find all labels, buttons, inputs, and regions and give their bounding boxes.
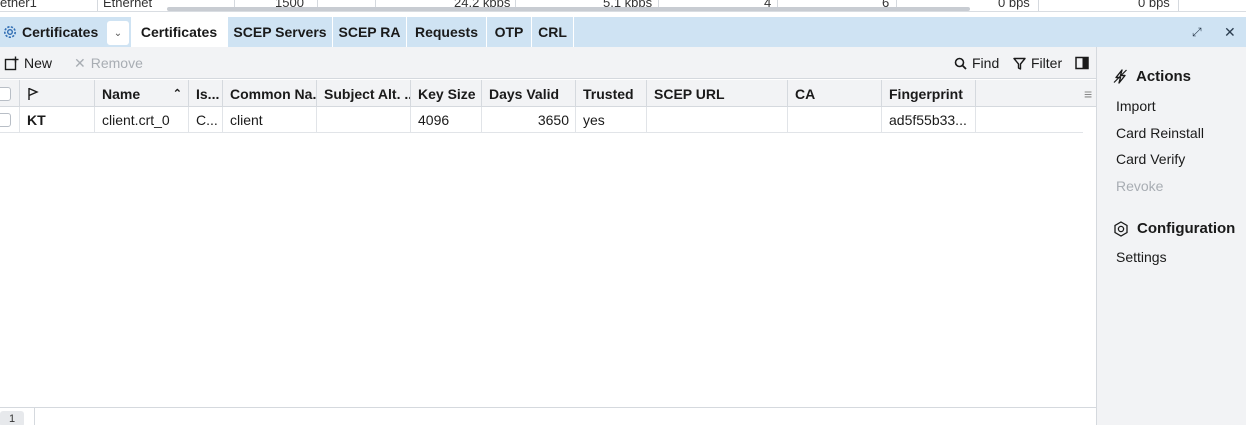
sort-ascending-icon: ⌃ bbox=[172, 88, 182, 100]
action-revoke[interactable]: Revoke bbox=[1116, 178, 1163, 194]
filter-button[interactable]: Filter bbox=[1013, 47, 1062, 79]
bg-separator bbox=[1038, 0, 1039, 11]
config-settings[interactable]: Settings bbox=[1116, 249, 1167, 265]
find-button-label: Find bbox=[972, 55, 1000, 71]
bg-cell-type: Ethernet bbox=[103, 0, 153, 10]
tab-certificates[interactable]: Certificates bbox=[131, 17, 228, 47]
status-separator bbox=[34, 408, 35, 425]
toggle-sidebar-button[interactable] bbox=[1075, 47, 1089, 79]
column-trusted[interactable]: Trusted bbox=[576, 80, 647, 107]
column-days-valid[interactable]: Days Valid bbox=[482, 80, 576, 107]
tab-scep-servers[interactable]: SCEP Servers bbox=[228, 17, 333, 47]
column-name[interactable]: Name ⌃ bbox=[95, 80, 189, 107]
column-name-label: Name bbox=[102, 85, 141, 102]
find-button[interactable]: Find bbox=[954, 47, 999, 79]
bg-cell-fp-rx: 0 bps bbox=[1138, 0, 1170, 10]
background-table-row: ether1 Ethernet 1500 24.2 kbps 5.1 kbps … bbox=[0, 0, 1246, 12]
row-key-size: 4096 bbox=[411, 107, 482, 133]
window-menu-button[interactable]: ⌄ bbox=[107, 21, 129, 45]
column-common-name[interactable]: Common Na... bbox=[223, 80, 317, 107]
row-count-badge: 1 bbox=[0, 411, 24, 425]
column-menu-icon[interactable]: ≡ bbox=[1082, 80, 1096, 107]
row-trusted: yes bbox=[576, 107, 647, 133]
bg-separator bbox=[1178, 0, 1179, 11]
column-flags[interactable] bbox=[20, 80, 95, 107]
actions-icon bbox=[1113, 69, 1127, 84]
row-days-valid: 3650 bbox=[482, 107, 576, 133]
action-import[interactable]: Import bbox=[1116, 98, 1156, 114]
actions-heading: Actions bbox=[1113, 68, 1191, 85]
side-panel: Actions Import Card Reinstall Card Verif… bbox=[1096, 47, 1246, 425]
row-ca bbox=[788, 107, 882, 133]
actions-heading-label: Actions bbox=[1136, 68, 1192, 85]
restore-icon[interactable]: ⤢ bbox=[1192, 17, 1202, 47]
close-icon[interactable]: ✕ bbox=[1224, 17, 1236, 47]
new-icon bbox=[4, 56, 19, 70]
table-header: Name ⌃ Is... Common Na... Subject Alt. .… bbox=[0, 80, 1096, 107]
select-all-checkbox[interactable] bbox=[0, 86, 11, 101]
action-card-reinstall[interactable]: Card Reinstall bbox=[1116, 125, 1204, 141]
remove-button[interactable]: ✕ Remove bbox=[74, 47, 143, 79]
action-card-verify[interactable]: Card Verify bbox=[1116, 151, 1185, 167]
tab-otp[interactable]: OTP bbox=[487, 17, 532, 47]
window-tabbar: Certificates ⌄ Certificates SCEP Servers… bbox=[0, 17, 1246, 47]
filter-icon bbox=[1013, 57, 1026, 70]
row-flags: KT bbox=[20, 107, 95, 133]
table-row[interactable]: KT client.crt_0 C... client 4096 3650 ye… bbox=[0, 107, 1083, 133]
panel-toggle-icon bbox=[1075, 56, 1089, 70]
row-scep-url bbox=[647, 107, 788, 133]
row-common-name: client bbox=[223, 107, 317, 133]
remove-button-label: Remove bbox=[90, 55, 143, 71]
tab-requests[interactable]: Requests bbox=[407, 17, 487, 47]
horizontal-scrollbar[interactable] bbox=[167, 7, 970, 11]
row-name: client.crt_0 bbox=[95, 107, 189, 133]
new-button-label: New bbox=[24, 55, 53, 71]
remove-icon: ✕ bbox=[74, 54, 86, 71]
flag-icon bbox=[28, 87, 39, 100]
configuration-heading: Configuration bbox=[1113, 220, 1235, 237]
bg-cell-interface: ether1 bbox=[0, 0, 37, 10]
configuration-icon bbox=[1114, 220, 1128, 237]
row-issuer: C... bbox=[189, 107, 223, 133]
select-all-cell[interactable] bbox=[0, 80, 20, 107]
column-ca[interactable]: CA bbox=[788, 80, 882, 107]
row-fingerprint: ad5f55b33... bbox=[882, 107, 976, 133]
column-scep-url[interactable]: SCEP URL bbox=[647, 80, 788, 107]
tab-crl[interactable]: CRL bbox=[532, 17, 574, 47]
bg-separator bbox=[97, 0, 98, 11]
column-issuer[interactable]: Is... bbox=[189, 80, 223, 107]
new-button[interactable]: New bbox=[4, 47, 52, 79]
column-fingerprint[interactable]: Fingerprint bbox=[882, 80, 976, 107]
filter-button-label: Filter bbox=[1031, 55, 1063, 71]
row-subject-alt bbox=[317, 107, 411, 133]
tab-scep-ra[interactable]: SCEP RA bbox=[333, 17, 407, 47]
row-checkbox[interactable] bbox=[0, 113, 11, 127]
column-subject-alt[interactable]: Subject Alt. ... bbox=[317, 80, 411, 107]
gear-icon bbox=[4, 26, 16, 38]
search-icon bbox=[954, 57, 967, 70]
chevron-down-icon: ⌄ bbox=[113, 27, 123, 39]
configuration-heading-label: Configuration bbox=[1137, 220, 1236, 237]
row-select-cell[interactable] bbox=[0, 107, 20, 133]
status-bar: 1 bbox=[0, 407, 1096, 425]
window-title-label: Certificates bbox=[22, 24, 99, 40]
toolbar: New ✕ Remove Find Filter bbox=[0, 47, 1096, 79]
column-key-size[interactable]: Key Size bbox=[411, 80, 482, 107]
window-title: Certificates bbox=[0, 17, 98, 47]
bg-cell-fp-tx: 0 bps bbox=[998, 0, 1030, 10]
